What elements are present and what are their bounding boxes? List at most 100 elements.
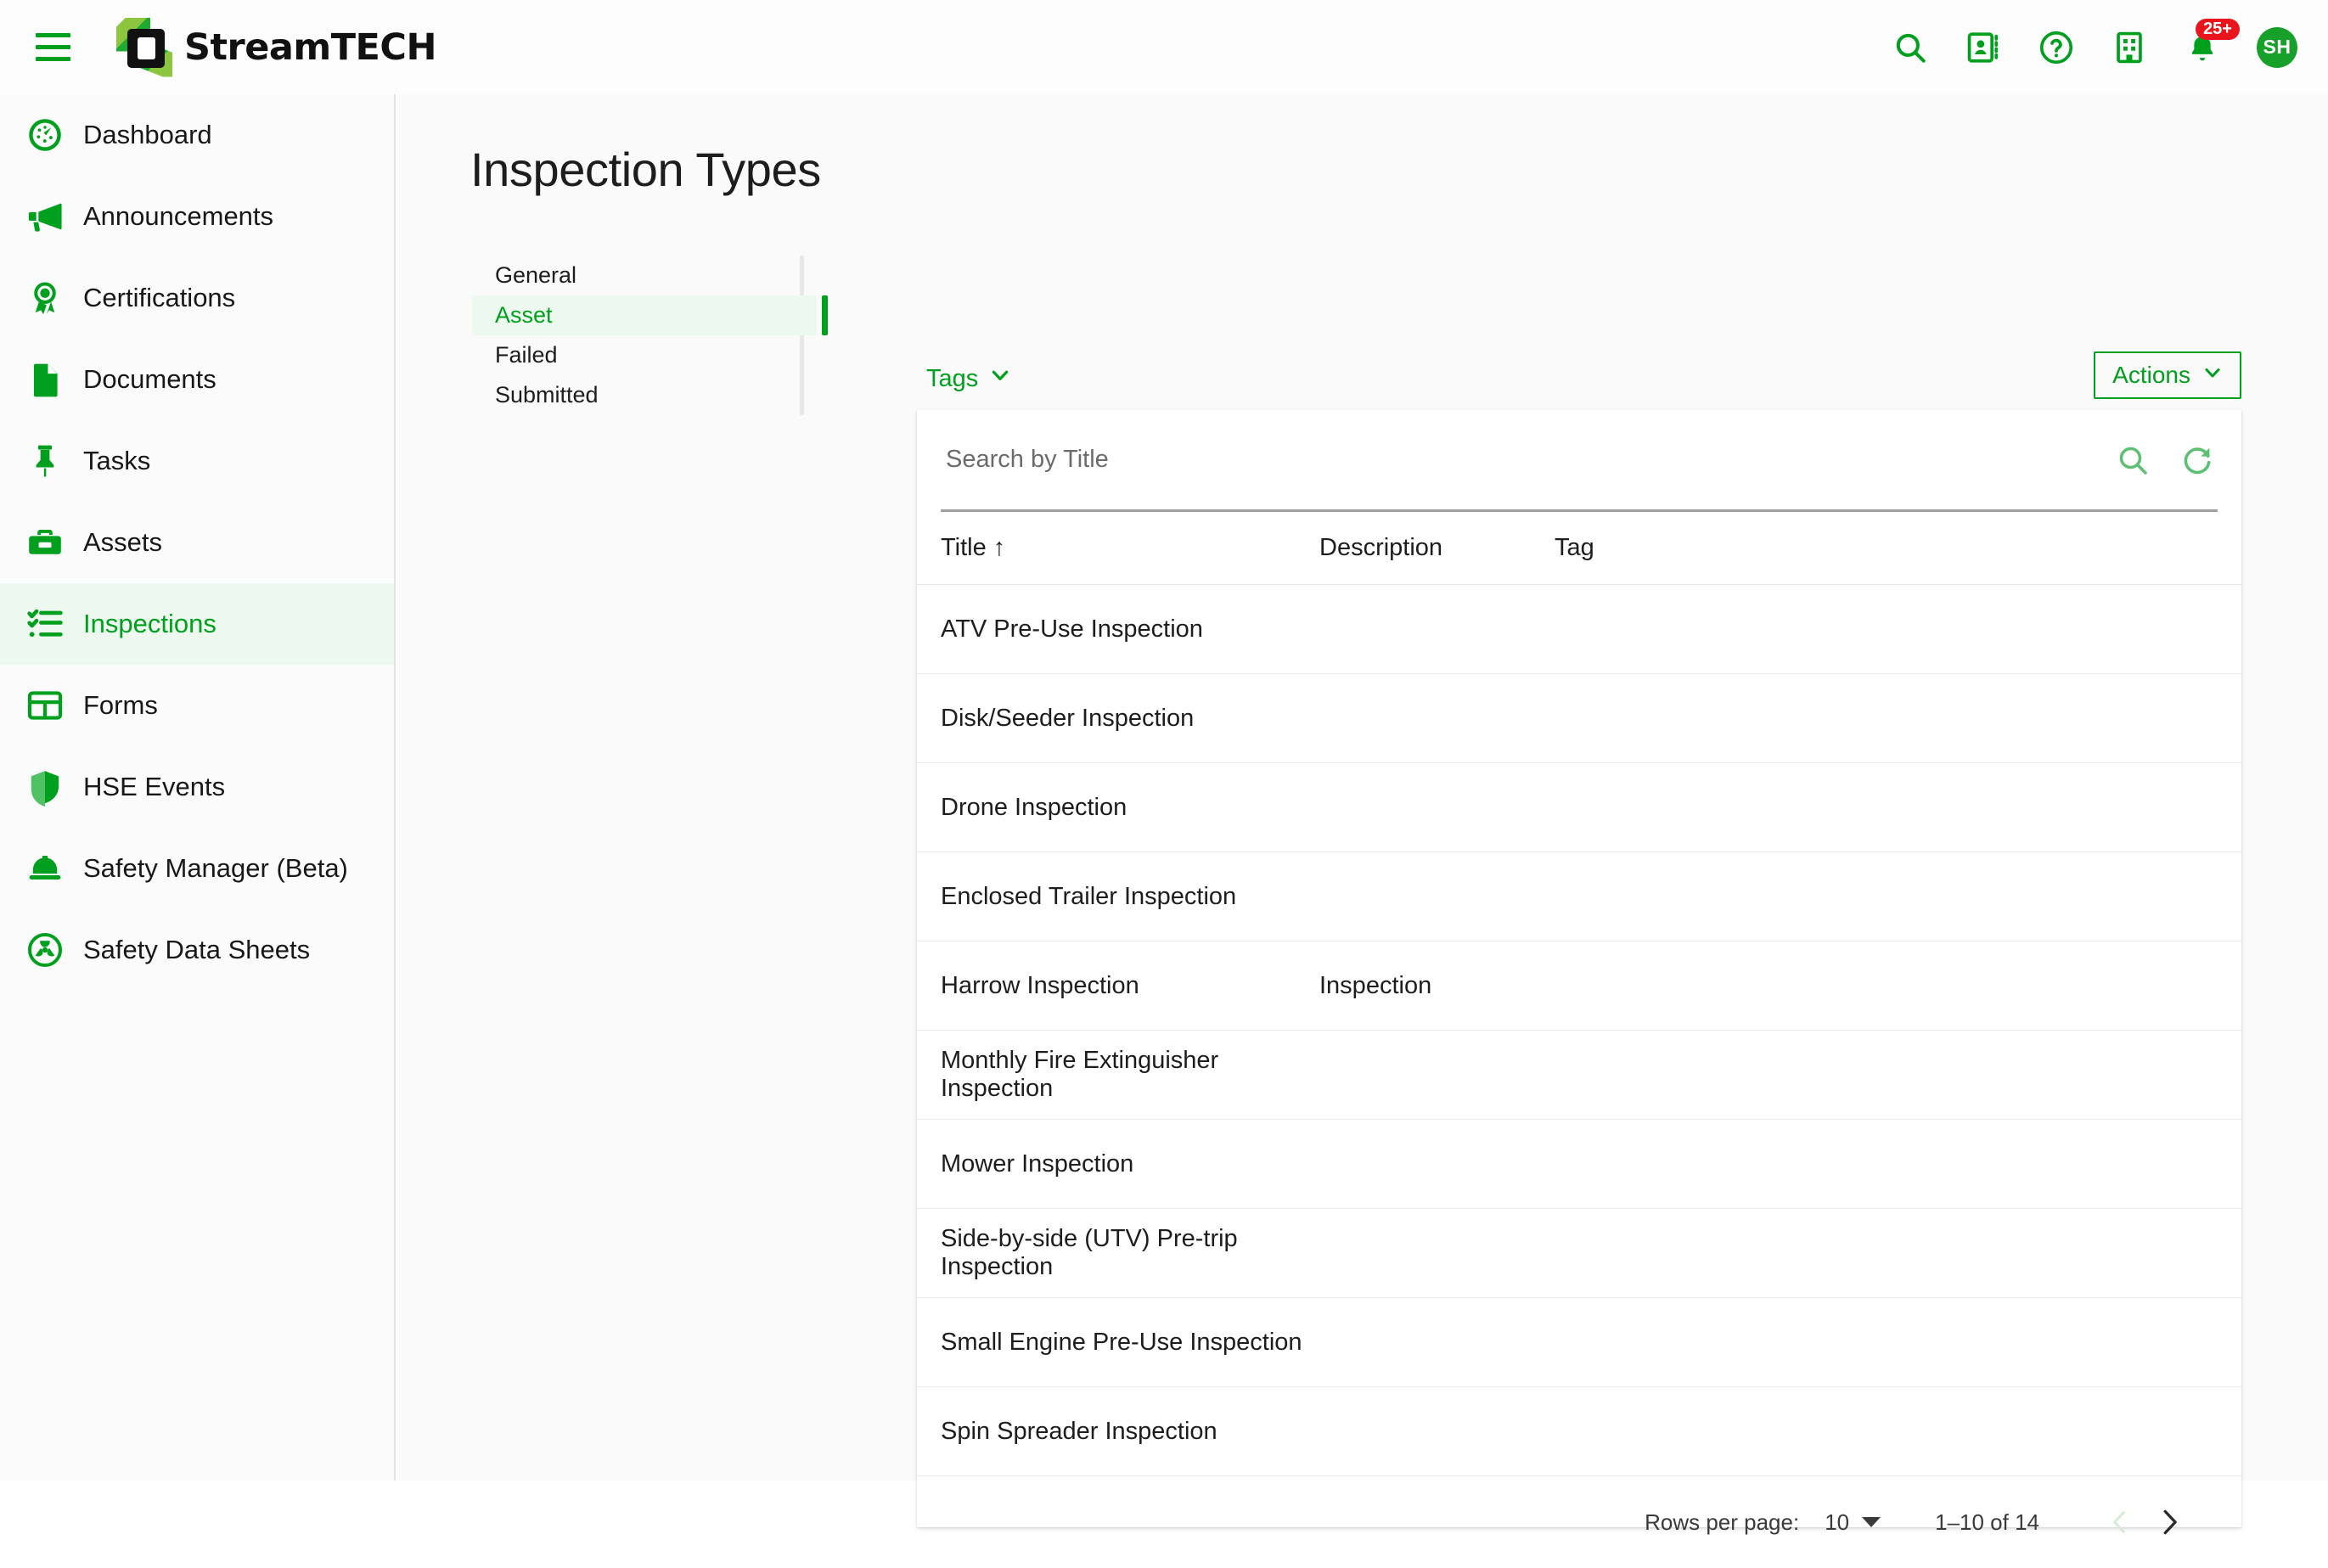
sidebar-item-hse-events[interactable]: HSE Events (0, 746, 394, 828)
cell-title: Small Engine Pre-Use Inspection (941, 1328, 1302, 1356)
tab-general[interactable]: General (472, 256, 817, 295)
brand-logo[interactable]: StreamTECH (116, 17, 436, 77)
cell-title: Harrow Inspection (941, 971, 1139, 999)
cell-title: Side-by-side (UTV) Pre-trip Inspection (941, 1225, 1238, 1280)
cell-title: Enclosed Trailer Inspection (941, 882, 1237, 910)
actions-button[interactable]: Actions (2094, 351, 2241, 399)
rows-per-page-select[interactable]: 10 (1825, 1509, 1881, 1536)
checklist-icon (19, 604, 71, 643)
column-header-title[interactable]: Title ↑ (941, 534, 1319, 562)
tab-failed[interactable]: Failed (472, 335, 817, 375)
table-row[interactable]: Drone Inspection (917, 763, 2241, 852)
sidebar-item-label: Inspections (83, 609, 216, 638)
pushpin-icon (19, 441, 71, 481)
sidebar-item-label: Announcements (83, 201, 274, 231)
hamburger-menu-icon[interactable] (28, 23, 77, 72)
company-building-icon[interactable] (2111, 29, 2148, 66)
sidebar-item-label: Documents (83, 364, 216, 394)
document-icon (19, 360, 71, 399)
sidebar-item-label: Assets (83, 527, 163, 557)
sidebar-item-label: Forms (83, 690, 158, 720)
caret-down-icon (1862, 1517, 1881, 1527)
next-page-button[interactable] (2145, 1498, 2194, 1547)
cell-title: Monthly Fire Extinguisher Inspection (941, 1047, 1219, 1102)
table-row[interactable]: Mower Inspection (917, 1120, 2241, 1209)
sidebar-item-safety-manager[interactable]: Safety Manager (Beta) (0, 828, 394, 909)
tags-filter-dropdown[interactable]: Tags (926, 364, 1011, 393)
megaphone-icon (19, 197, 71, 236)
sidebar-item-dashboard[interactable]: Dashboard (0, 94, 394, 176)
avatar[interactable]: SH (2257, 26, 2297, 68)
cell-title: Disk/Seeder Inspection (941, 704, 1195, 732)
contact-card-icon[interactable] (1965, 29, 2002, 66)
hazard-icon (19, 930, 71, 969)
shield-icon (19, 767, 71, 806)
top-bar-actions: 25+ SH (1892, 18, 2297, 68)
tab-submitted[interactable]: Submitted (472, 375, 817, 415)
column-header-description[interactable]: Description (1319, 534, 1555, 562)
pagination: Rows per page: 10 1–10 of 14 (917, 1476, 2241, 1568)
column-header-tag[interactable]: Tag (1555, 534, 2218, 562)
search-icon[interactable] (2116, 443, 2150, 477)
top-bar: StreamTECH 25+ SH (0, 0, 2328, 94)
rows-per-page-value: 10 (1825, 1509, 1850, 1535)
sidebar-item-certifications[interactable]: Certifications (0, 257, 394, 339)
streamtech-logo-icon (116, 17, 172, 77)
table-row[interactable]: Enclosed Trailer Inspection (917, 852, 2241, 941)
table-row[interactable]: Monthly Fire Extinguisher Inspection (917, 1031, 2241, 1120)
sidebar-item-label: Dashboard (83, 120, 212, 149)
cell-title: ATV Pre-Use Inspection (941, 615, 1203, 643)
page-title: Inspection Types (470, 143, 821, 196)
table-row[interactable]: ATV Pre-Use Inspection (917, 585, 2241, 674)
notifications-bell-icon[interactable]: 25+ (2184, 18, 2240, 66)
table-row[interactable]: Spin Spreader Inspection (917, 1387, 2241, 1476)
table-row[interactable]: Disk/Seeder Inspection (917, 674, 2241, 763)
sidebar-item-forms[interactable]: Forms (0, 665, 394, 746)
hardhat-icon (19, 849, 71, 888)
main-content: Inspection Types General Asset Failed Su… (397, 94, 2328, 1535)
rows-per-page-label: Rows per page: (1645, 1509, 1800, 1535)
sort-ascending-icon: ↑ (992, 534, 1006, 561)
search-row-actions (2116, 443, 2218, 477)
sidebar-item-announcements[interactable]: Announcements (0, 176, 394, 257)
pagination-range: 1–10 of 14 (1935, 1509, 2039, 1535)
cell-title: Drone Inspection (941, 793, 1127, 821)
table-body: ATV Pre-Use Inspection Disk/Seeder Inspec… (917, 585, 2241, 1476)
sidebar-item-label: Safety Data Sheets (83, 935, 311, 964)
cell-description: Inspection (1319, 971, 1432, 999)
sidebar: Dashboard Announcements Certifications D… (0, 94, 396, 1481)
sidebar-item-assets[interactable]: Assets (0, 502, 394, 583)
actions-button-label: Actions (2112, 362, 2190, 388)
chevron-down-icon (2202, 362, 2223, 389)
refresh-icon[interactable] (2180, 443, 2214, 477)
table-grid-icon (19, 686, 71, 725)
sidebar-item-safety-data-sheets[interactable]: Safety Data Sheets (0, 909, 394, 991)
brand-name: StreamTECH (184, 25, 436, 69)
gauge-icon (19, 115, 71, 155)
sidebar-item-label: Safety Manager (Beta) (83, 853, 348, 883)
sidebar-item-documents[interactable]: Documents (0, 339, 394, 420)
sidebar-item-tasks[interactable]: Tasks (0, 420, 394, 502)
help-icon[interactable] (2038, 29, 2075, 66)
cell-title: Mower Inspection (941, 1149, 1134, 1177)
tab-asset[interactable]: Asset (472, 295, 828, 335)
chevron-down-icon (989, 364, 1011, 393)
column-header-title-label: Title (941, 534, 987, 561)
table-row[interactable]: Harrow Inspection Inspection (917, 941, 2241, 1031)
notification-badge: 25+ (2196, 18, 2240, 40)
sidebar-item-label: Certifications (83, 283, 236, 312)
table-row[interactable]: Side-by-side (UTV) Pre-trip Inspection (917, 1209, 2241, 1298)
table-header: Title ↑ Description Tag (917, 512, 2241, 585)
tags-filter-label: Tags (926, 364, 979, 392)
search-input[interactable] (941, 446, 2116, 474)
sidebar-item-label: HSE Events (83, 772, 226, 801)
sidebar-item-label: Tasks (83, 446, 151, 475)
toolbox-icon (19, 523, 71, 562)
cell-title: Spin Spreader Inspection (941, 1417, 1217, 1445)
sidebar-item-inspections[interactable]: Inspections (0, 583, 394, 665)
award-ribbon-icon (19, 278, 71, 318)
inspection-types-table-card: Title ↑ Description Tag ATV Pre-Use Insp… (917, 410, 2241, 1535)
search-icon[interactable] (1892, 29, 1929, 66)
table-row[interactable]: Small Engine Pre-Use Inspection (917, 1298, 2241, 1387)
previous-page-button[interactable] (2095, 1498, 2145, 1547)
